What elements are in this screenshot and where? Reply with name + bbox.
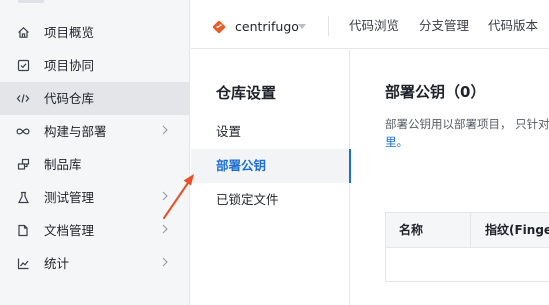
infinity-icon xyxy=(16,124,30,138)
settings-menu-title: 仓库设置 xyxy=(216,84,277,102)
settings-item-deploy-keys[interactable]: 部署公钥 xyxy=(191,149,351,183)
git-logo-icon xyxy=(212,19,226,34)
repo-header: centrifugo 代码浏览 分支管理 代码版本 xyxy=(191,0,549,49)
repo-settings-menu: 仓库设置 设置 部署公钥 已锁定文件 xyxy=(191,50,351,305)
sidebar-item-code-repo[interactable]: 代码仓库 xyxy=(0,82,190,115)
annotation-arrow-icon xyxy=(163,174,194,219)
column-divider xyxy=(470,213,471,248)
sidebar-item-label: 代码仓库 xyxy=(44,91,95,106)
sidebar-item-statistics[interactable]: 统计 xyxy=(0,247,190,280)
table-header-row: 名称 指纹(Fingerprint) xyxy=(386,213,549,248)
sidebar-item-label: 项目协同 xyxy=(44,58,95,73)
package-icon xyxy=(16,157,30,171)
deploy-keys-panel: 部署公钥（0） 部署公钥用以部署项目， 只针对 里。 名称 指纹(Fingerp… xyxy=(351,50,549,305)
sidebar-item-collaboration[interactable]: 项目协同 xyxy=(0,49,190,82)
home-icon xyxy=(16,25,30,39)
settings-item-locked-files[interactable]: 已锁定文件 xyxy=(191,183,350,217)
tab-code-version[interactable]: 代码版本 xyxy=(488,18,538,34)
settings-item-label: 已锁定文件 xyxy=(216,192,279,207)
tab-branch-management[interactable]: 分支管理 xyxy=(419,18,469,34)
checkbox-icon xyxy=(16,58,30,72)
sidebar-top-stub xyxy=(18,0,44,3)
settings-item-label: 设置 xyxy=(216,124,242,139)
settings-item-label: 部署公钥 xyxy=(216,158,267,173)
chevron-right-icon xyxy=(161,223,171,237)
sidebar-item-label: 构建与部署 xyxy=(44,124,107,139)
chevron-right-icon xyxy=(161,256,171,270)
page-description: 部署公钥用以部署项目， 只针对 xyxy=(385,117,549,131)
sidebar-item-label: 项目概览 xyxy=(44,25,95,40)
chart-icon xyxy=(16,256,30,270)
sidebar-item-overview[interactable]: 项目概览 xyxy=(0,16,190,49)
tab-code-browse[interactable]: 代码浏览 xyxy=(349,18,399,34)
settings-item-general[interactable]: 设置 xyxy=(191,115,350,149)
flask-icon xyxy=(16,190,30,204)
repo-name[interactable]: centrifugo xyxy=(235,19,299,34)
sidebar-item-label: 测试管理 xyxy=(44,190,95,205)
sidebar-item-label: 文档管理 xyxy=(44,223,95,238)
description-link[interactable]: 里。 xyxy=(385,134,408,151)
sidebar-item-label: 制品库 xyxy=(44,157,82,172)
repo-switch-caret-icon[interactable] xyxy=(298,24,306,29)
column-header-name: 名称 xyxy=(399,223,424,237)
chevron-right-icon xyxy=(161,124,171,138)
sidebar-item-label: 统计 xyxy=(44,256,70,271)
page-title: 部署公钥（0） xyxy=(385,83,486,101)
sidebar-item-build-deploy[interactable]: 构建与部署 xyxy=(0,115,190,148)
project-sidebar: 项目概览 项目协同 代码仓库 构建与部署 制品库 测试管理 文档管理 统计 xyxy=(0,0,190,305)
code-icon xyxy=(16,91,30,105)
document-icon xyxy=(16,223,30,237)
column-header-fingerprint: 指纹(Fingerprint) xyxy=(485,223,549,237)
header-divider xyxy=(328,16,329,36)
deploy-keys-table: 名称 指纹(Fingerprint) xyxy=(385,212,549,282)
